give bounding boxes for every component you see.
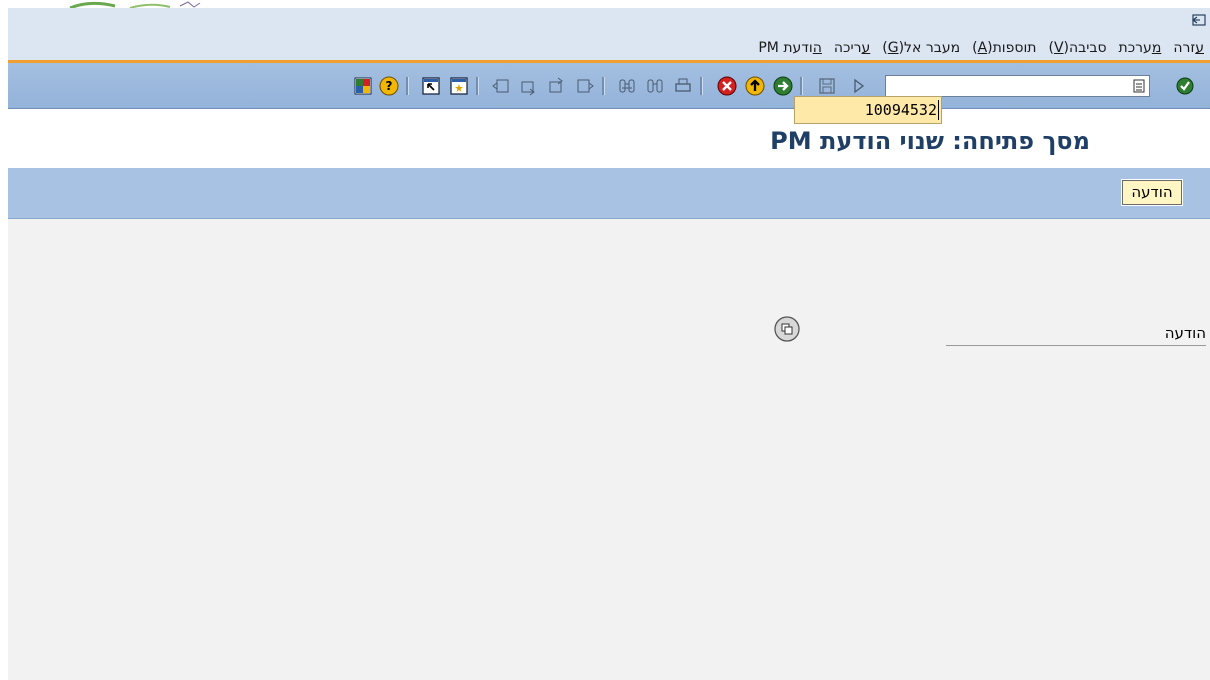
find-icon	[619, 79, 635, 93]
print-button[interactable]	[672, 75, 694, 97]
menu-items: הודעת PM עריכה מעבר אל(G) תוספות(A) סביב…	[752, 38, 1210, 58]
matchcode-button[interactable]	[772, 314, 802, 344]
last-page-icon	[577, 79, 594, 93]
menu-item-help[interactable]: עזרה	[1167, 38, 1210, 58]
enter-icon	[1176, 77, 1194, 95]
toolbar-separator	[700, 77, 703, 95]
next-page-button[interactable]	[546, 75, 568, 97]
find-next-icon	[647, 79, 663, 93]
play-button[interactable]	[848, 75, 870, 97]
first-page-button[interactable]	[490, 75, 512, 97]
shortcut-icon	[422, 77, 440, 95]
menu-item-goto[interactable]: מעבר אל(G)	[876, 38, 966, 58]
command-dropdown-icon[interactable]	[1133, 79, 1145, 93]
help-icon: ?	[379, 76, 399, 96]
play-icon	[854, 78, 865, 94]
back-button[interactable]	[772, 75, 794, 97]
system-toolbar: ?	[8, 63, 1210, 109]
sap-logo-fragment-icon	[69, 1, 201, 8]
page-title: מסך פתיחה: שנוי הודעת PM	[770, 127, 1090, 155]
notification-input[interactable]: 10094532	[794, 96, 942, 124]
save-icon	[819, 78, 835, 94]
menu-item-edit[interactable]: עריכה	[828, 38, 876, 58]
help-button[interactable]: ?	[378, 75, 400, 97]
find-button[interactable]	[616, 75, 638, 97]
shortcut-button[interactable]	[420, 75, 442, 97]
command-field[interactable]	[885, 75, 1150, 97]
exit-icon	[745, 76, 765, 96]
last-page-button[interactable]	[574, 75, 596, 97]
create-session-button[interactable]	[448, 75, 470, 97]
toolbar-separator	[476, 77, 479, 95]
first-page-icon	[492, 79, 509, 93]
application-toolbar: הודעה	[8, 168, 1210, 219]
menu-item-system[interactable]: מערכת	[1113, 38, 1168, 58]
cancel-button[interactable]	[716, 75, 738, 97]
notification-field-label: הודעה	[946, 321, 1206, 346]
toolbar-separator	[602, 77, 605, 95]
menu-item-pm-notification[interactable]: הודעת PM	[752, 38, 828, 58]
menu-item-extras[interactable]: תוספות(A)	[966, 38, 1042, 58]
customize-layout-icon	[354, 77, 372, 95]
create-session-icon	[450, 77, 468, 95]
save-button[interactable]	[816, 75, 838, 97]
system-exit-icon[interactable]	[1192, 14, 1206, 26]
next-page-icon	[549, 77, 563, 93]
matchcode-icon	[774, 316, 800, 342]
svg-text:?: ?	[386, 79, 393, 93]
menu-bar: הודעת PM עריכה מעבר אל(G) תוספות(A) סביב…	[8, 8, 1210, 60]
previous-page-icon	[521, 81, 535, 96]
toolbar-separator	[800, 77, 803, 95]
enter-button[interactable]	[1174, 75, 1196, 97]
notification-button[interactable]: הודעה	[1121, 179, 1183, 206]
toolbar-separator	[406, 77, 409, 95]
back-icon	[773, 76, 793, 96]
menu-item-environment[interactable]: סביבה(V)	[1042, 38, 1112, 58]
exit-button[interactable]	[744, 75, 766, 97]
title-bar: מסך פתיחה: שנוי הודעת PM	[0, 113, 1210, 168]
text-caret	[938, 100, 939, 120]
customize-layout-button[interactable]	[352, 75, 374, 97]
previous-page-button[interactable]	[518, 75, 540, 97]
cancel-icon	[717, 76, 737, 96]
content-area: הודעה	[8, 219, 1210, 680]
print-icon	[675, 78, 691, 92]
find-next-button[interactable]	[644, 75, 666, 97]
